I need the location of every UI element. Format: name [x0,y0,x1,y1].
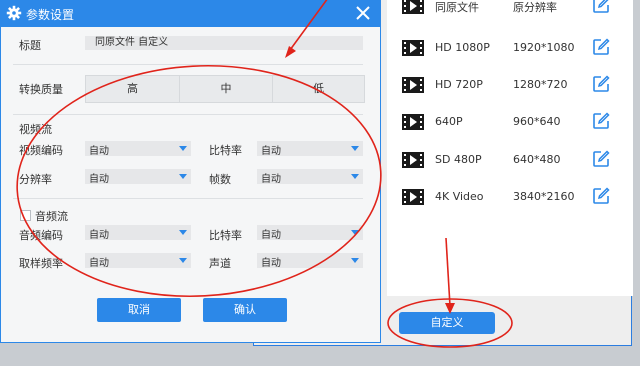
audio-codec-label: 音频编码 [19,229,63,242]
quality-low-option[interactable]: 低 [273,76,364,102]
cancel-button[interactable]: 取消 [97,298,181,322]
dialog-titlebar: 参数设置 [1,1,380,27]
select-value: 自动 [261,174,281,185]
edit-icon[interactable] [592,38,610,56]
close-icon[interactable] [355,5,371,21]
quality-medium-option[interactable]: 中 [180,76,272,102]
dropdown-arrow-icon [351,146,359,151]
video-file-icon [402,152,424,168]
dropdown-arrow-icon [179,146,187,151]
preset-row[interactable]: HD 720P 1280*720 [387,72,633,109]
divider [13,64,363,65]
preset-name: 640P [435,115,463,128]
divider [13,198,363,199]
sample-rate-select[interactable]: 自动 [85,253,191,269]
dropdown-arrow-icon [351,230,359,235]
select-value: 自动 [89,230,109,241]
channel-label: 声道 [209,257,231,270]
preset-row[interactable]: 同原文件 原分辨率 [387,0,633,30]
dropdown-arrow-icon [351,258,359,263]
video-codec-select[interactable]: 自动 [85,141,191,157]
quality-selector: 高 中 低 [85,75,365,103]
video-codec-label: 视频编码 [19,144,63,157]
preset-resolution: 640*480 [513,153,561,166]
dialog-title: 参数设置 [26,8,75,22]
select-value: 自动 [261,258,281,269]
edit-icon[interactable] [592,150,610,168]
dropdown-arrow-icon [351,174,359,179]
select-value: 自动 [89,258,109,269]
edit-icon[interactable] [592,187,610,205]
preset-name: HD 1080P [435,41,490,54]
select-value: 自动 [89,174,109,185]
audio-stream-label: 音频流 [35,210,68,223]
confirm-button[interactable]: 确认 [203,298,287,322]
preset-resolution: 1920*1080 [513,41,575,54]
title-label: 标题 [19,39,41,52]
preset-resolution: 960*640 [513,115,561,128]
preset-resolution: 原分辨率 [513,1,557,14]
select-value: 自动 [261,146,281,157]
dropdown-arrow-icon [179,258,187,263]
resolution-label: 分辨率 [19,173,52,186]
dropdown-arrow-icon [179,174,187,179]
edit-icon[interactable] [592,112,610,130]
sample-rate-label: 取样频率 [19,257,63,270]
video-file-icon [402,77,424,93]
select-value: 自动 [261,230,281,241]
quality-high-option[interactable]: 高 [86,76,179,102]
video-file-icon [402,189,424,205]
video-bitrate-select[interactable]: 自动 [257,141,363,157]
preset-name: SD 480P [435,153,482,166]
channel-select[interactable]: 自动 [257,253,363,269]
select-value: 自动 [89,146,109,157]
video-file-icon [402,114,424,130]
audio-bitrate-label: 比特率 [209,229,242,242]
preset-name: HD 720P [435,78,483,91]
audio-stream-checkbox[interactable] [20,210,31,221]
settings-dialog: 参数设置 标题 同原文件 自定义 转换质量 高 中 低 视频流 视频编码 自动 … [0,0,381,343]
edit-icon[interactable] [592,0,610,14]
preset-row[interactable]: 640P 960*640 [387,109,633,146]
preset-row[interactable]: SD 480P 640*480 [387,147,633,184]
preset-row[interactable]: HD 1080P 1920*1080 [387,35,633,72]
video-bitrate-label: 比特率 [209,144,242,157]
title-input[interactable]: 同原文件 自定义 [85,36,363,50]
dropdown-arrow-icon [179,230,187,235]
preset-row[interactable]: 4K Video 3840*2160 [387,184,633,221]
video-file-icon [402,0,424,14]
preset-resolution: 3840*2160 [513,190,575,203]
framerate-select[interactable]: 自动 [257,169,363,185]
custom-button[interactable]: 自定义 [399,312,495,334]
audio-bitrate-select[interactable]: 自动 [257,225,363,241]
preset-name: 同原文件 [435,1,479,14]
video-stream-label: 视频流 [19,123,52,136]
divider [13,114,363,115]
gear-icon [6,5,22,21]
edit-icon[interactable] [592,75,610,93]
framerate-label: 帧数 [209,173,231,186]
preset-list: 同原文件 原分辨率 HD 1080P 1920*1080 HD 720P 128… [387,0,633,296]
quality-label: 转换质量 [19,83,63,96]
resolution-select[interactable]: 自动 [85,169,191,185]
preset-name: 4K Video [435,190,484,203]
preset-resolution: 1280*720 [513,78,568,91]
audio-codec-select[interactable]: 自动 [85,225,191,241]
video-file-icon [402,40,424,56]
